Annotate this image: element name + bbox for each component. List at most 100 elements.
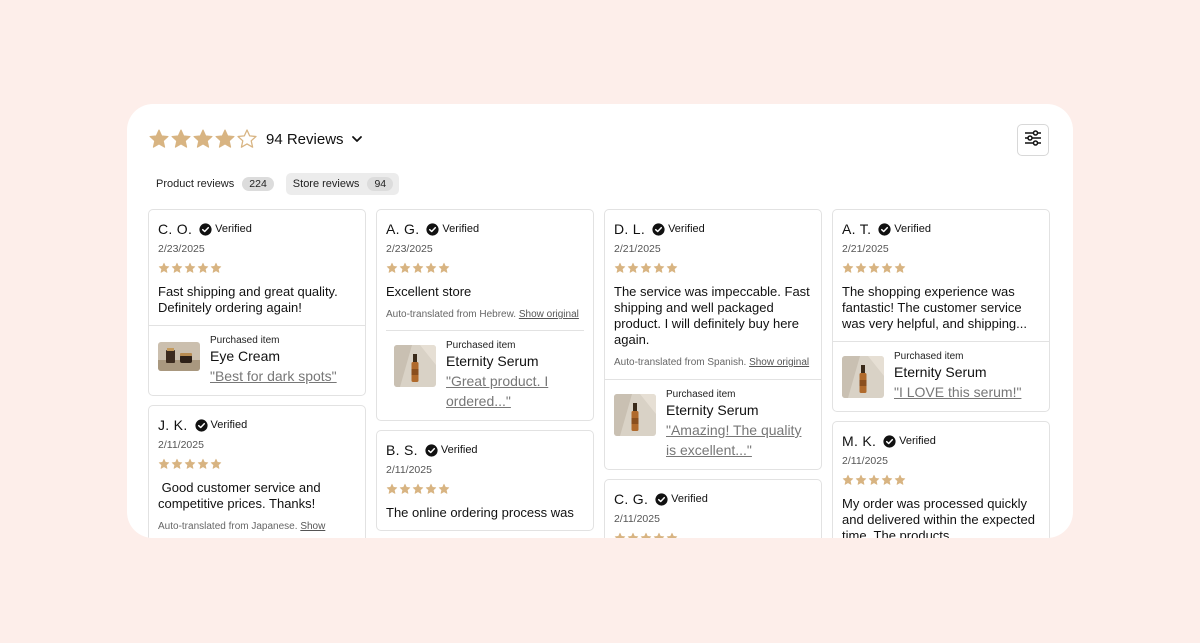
review-text: The service was impeccable. Fast shippin…: [614, 284, 810, 347]
star-filled-icon: [399, 483, 411, 495]
translation-note: Auto-translated from Hebrew. Show origin…: [386, 308, 584, 322]
review-stars: [158, 262, 356, 274]
reviewer-name: A. T.: [842, 221, 872, 237]
verified-label: Verified: [210, 419, 248, 431]
show-original-link[interactable]: Show original: [519, 309, 579, 320]
review-text: Good customer service and competitive pr…: [158, 480, 325, 511]
star-filled-icon: [210, 262, 222, 274]
star-filled-icon: [627, 262, 639, 274]
verified-check-icon: [426, 223, 439, 236]
star-filled-icon: [868, 262, 880, 274]
star-filled-icon: [438, 262, 450, 274]
star-filled-icon: [386, 483, 398, 495]
star-filled-icon: [171, 262, 183, 274]
star-filled-icon: [158, 458, 170, 470]
star-filled-icon: [399, 262, 411, 274]
review-card: C. O. Verified 2/23/2025 Fast shipping a…: [148, 209, 366, 396]
purchased-item: Purchased item Eternity Serum "Amazing! …: [605, 379, 821, 469]
star-filled-icon: [842, 474, 854, 486]
product-thumbnail[interactable]: [394, 345, 436, 387]
reviewer-name: C. O.: [158, 221, 193, 237]
reviewer-name: M. K.: [842, 433, 877, 449]
product-thumbnail[interactable]: [842, 356, 884, 398]
star-filled-icon: [894, 262, 906, 274]
purchased-item-label: Purchased item: [894, 351, 964, 362]
product-thumbnail[interactable]: [158, 342, 200, 371]
star-filled-icon: [214, 128, 236, 150]
reviewer-name: D. L.: [614, 221, 646, 237]
product-review-link[interactable]: "Best for dark spots": [210, 366, 337, 386]
review-card: B. S. Verified 2/11/2025 The online orde…: [376, 430, 594, 531]
star-filled-icon: [192, 128, 214, 150]
count-badge: 94: [367, 177, 394, 191]
star-filled-icon: [653, 532, 665, 538]
verified-label: Verified: [671, 493, 708, 505]
star-filled-icon: [184, 458, 196, 470]
review-stars: [386, 483, 584, 495]
tab-label: Store reviews: [292, 178, 360, 190]
chevron-down-icon: [351, 133, 363, 145]
product-review-link[interactable]: "I LOVE this serum!": [894, 382, 1021, 402]
review-card: M. K. Verified 2/11/2025 My order was pr…: [832, 421, 1050, 538]
review-card: A. T. Verified 2/21/2025 The shopping ex…: [832, 209, 1050, 412]
review-date: 2/11/2025: [158, 439, 204, 451]
review-column-4: A. T. Verified 2/21/2025 The shopping ex…: [832, 209, 1050, 538]
star-filled-icon: [197, 458, 209, 470]
summary-stars: [148, 128, 258, 150]
product-review-link[interactable]: "Amazing! The quality is excellent...": [666, 420, 812, 460]
review-stars: [614, 532, 812, 538]
purchased-item: Purchased item Eternity Serum "Great pro…: [386, 330, 584, 420]
review-card: C. G. Verified 2/11/2025: [604, 479, 822, 538]
review-stars: [614, 262, 812, 274]
show-original-link[interactable]: Show original: [749, 357, 809, 368]
review-date: 2/21/2025: [842, 243, 889, 255]
star-filled-icon: [640, 532, 652, 538]
verified-label: Verified: [215, 223, 252, 235]
review-column-2: A. G. Verified 2/23/2025 Excellent store…: [376, 209, 594, 538]
reviews-widget: 94 Reviews Product reviews 224 Store rev…: [127, 104, 1073, 538]
verified-label: Verified: [440, 444, 478, 456]
star-filled-icon: [148, 128, 170, 150]
review-text: My order was processed quickly and deliv…: [842, 496, 1035, 538]
star-filled-icon: [412, 262, 424, 274]
purchased-item: Purchased item Eternity Serum "I LOVE th…: [833, 341, 1049, 411]
review-stars: [842, 474, 1040, 486]
star-filled-icon: [210, 458, 222, 470]
product-name: Eye Cream: [210, 348, 281, 364]
star-filled-icon: [614, 262, 626, 274]
star-filled-icon: [184, 262, 196, 274]
product-thumbnail[interactable]: [614, 394, 656, 436]
review-text: The shopping experience was fantastic! T…: [842, 284, 1027, 331]
translation-note: Auto-translated from Spanish. Show origi…: [614, 356, 812, 370]
review-date: 2/11/2025: [842, 455, 888, 467]
product-name: Eternity Serum: [894, 364, 987, 380]
review-text: Fast shipping and great quality. Definit…: [158, 284, 338, 315]
verified-check-icon: [883, 435, 896, 448]
verified-label: Verified: [668, 223, 705, 235]
verified-check-icon: [425, 444, 438, 457]
sliders-icon: [1024, 129, 1042, 152]
purchased-item-label: Purchased item: [666, 389, 736, 400]
purchased-item-label: Purchased item: [446, 340, 516, 351]
rating-summary: 94 Reviews: [148, 128, 363, 150]
star-filled-icon: [666, 262, 678, 274]
product-review-link[interactable]: "Great product. I ordered...": [446, 371, 584, 411]
review-tabs: Product reviews 224 Store reviews 94: [149, 173, 400, 195]
show-original-link[interactable]: Show: [300, 521, 325, 532]
star-filled-icon: [894, 474, 906, 486]
tab-store-reviews[interactable]: Store reviews 94: [285, 173, 400, 195]
verified-label: Verified: [894, 223, 931, 235]
verified-check-icon: [878, 223, 891, 236]
filter-button[interactable]: [1017, 124, 1049, 156]
star-filled-icon: [640, 262, 652, 274]
reviewer-name: B. S.: [386, 442, 418, 458]
star-filled-icon: [881, 474, 893, 486]
star-filled-icon: [855, 262, 867, 274]
tab-product-reviews[interactable]: Product reviews 224: [149, 173, 280, 195]
star-empty-icon: [236, 128, 258, 150]
tab-label: Product reviews: [156, 178, 235, 190]
review-column-3: D. L. Verified 2/21/2025 The service was…: [604, 209, 822, 538]
reviews-count-dropdown[interactable]: 94 Reviews: [266, 131, 363, 148]
review-stars: [386, 262, 584, 274]
translation-source: Auto-translated from Spanish.: [614, 357, 747, 368]
